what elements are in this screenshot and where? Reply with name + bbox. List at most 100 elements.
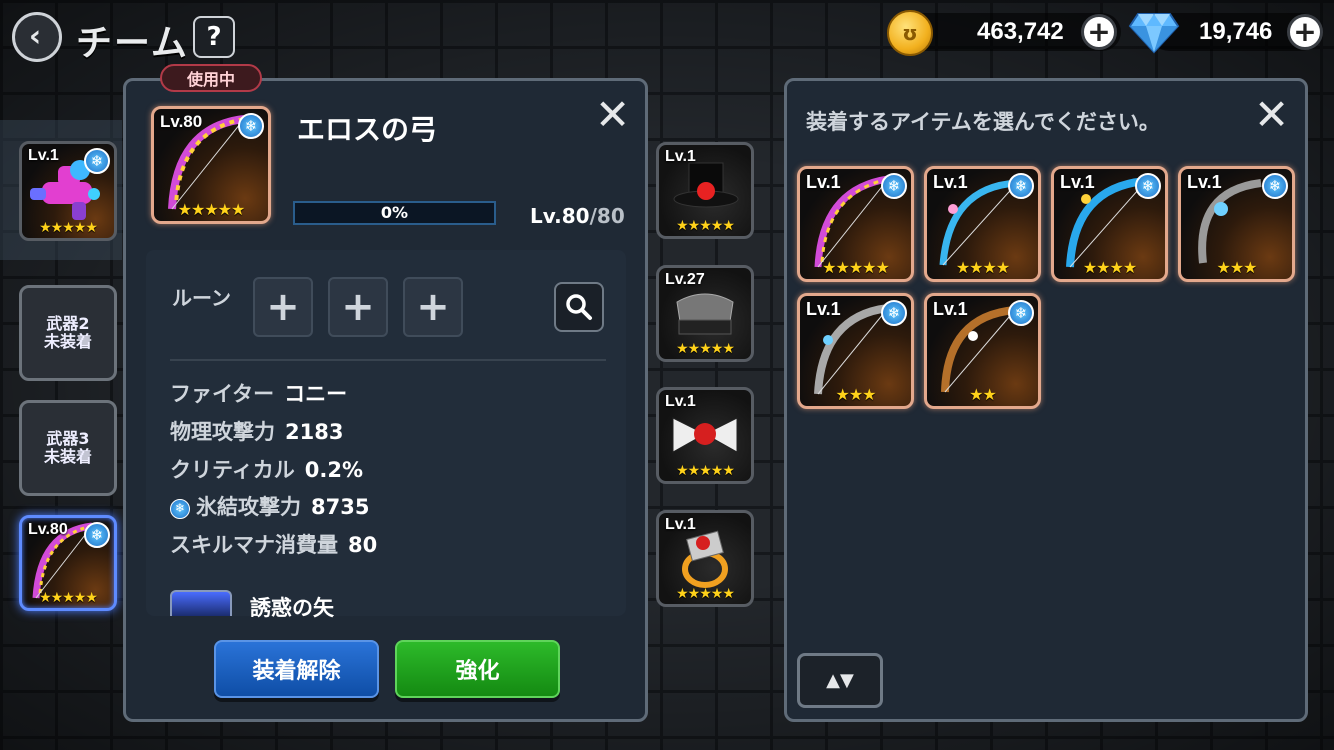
level-max: /80 bbox=[589, 204, 625, 228]
sort-button[interactable]: ▲▼ bbox=[797, 653, 883, 708]
frost-icon: ❄ bbox=[1262, 173, 1288, 199]
accessory-stars: ★★★★★ bbox=[676, 586, 735, 602]
frost-icon: ❄ bbox=[84, 522, 110, 548]
diamond-icon bbox=[1128, 13, 1180, 54]
stat-critical: クリティカル 0.2% bbox=[170, 454, 363, 484]
stat-skill-mana: スキルマナ消費量 80 bbox=[170, 529, 377, 559]
stat-value: 80 bbox=[348, 533, 378, 557]
frost-icon: ❄ bbox=[84, 148, 110, 174]
stat-value: 2183 bbox=[285, 420, 344, 444]
stat-physical-attack: 物理攻撃力 2183 bbox=[170, 416, 343, 446]
stat-label: スキルマナ消費量 bbox=[170, 533, 338, 557]
picker-item-level: Lv.1 bbox=[1187, 172, 1222, 192]
close-detail-button[interactable]: ✕ bbox=[595, 94, 630, 136]
slot-level: Lv.1 bbox=[28, 147, 59, 164]
add-coins-button[interactable]: + bbox=[1081, 14, 1117, 50]
picker-item-level: Lv.1 bbox=[1060, 172, 1095, 192]
picker-item-2[interactable]: Lv.1 ❄ ★★★★ bbox=[924, 166, 1041, 282]
search-icon bbox=[566, 294, 592, 320]
picker-item-stars: ★★★★ bbox=[955, 258, 1010, 277]
stat-value: コニー bbox=[284, 382, 348, 406]
help-button[interactable]: ? bbox=[193, 16, 235, 58]
weapon-slot-2[interactable]: 武器2 未装着 bbox=[19, 285, 117, 381]
accessory-stars: ★★★★★ bbox=[676, 218, 735, 234]
stats-divider bbox=[170, 359, 606, 361]
stat-label: 物理攻撃力 bbox=[170, 420, 275, 444]
picker-item-level: Lv.1 bbox=[806, 172, 841, 192]
picker-item-3[interactable]: Lv.1 ❄ ★★★★ bbox=[1051, 166, 1168, 282]
coin-icon: ʊ bbox=[887, 10, 933, 56]
unequip-button[interactable]: 装着解除 bbox=[214, 640, 379, 698]
picker-item-6[interactable]: Lv.1 ❄ ★★ bbox=[924, 293, 1041, 409]
stat-label: ファイター bbox=[170, 382, 275, 406]
weapon-slot-3[interactable]: 武器3 未装着 bbox=[19, 400, 117, 496]
weapon-slot-3-status: 未装着 bbox=[43, 447, 92, 466]
picker-item-level: Lv.1 bbox=[806, 299, 841, 319]
rune-slot-1[interactable]: + bbox=[253, 277, 313, 337]
rune-label: ルーン bbox=[172, 286, 231, 310]
stat-label: クリティカル bbox=[170, 458, 295, 482]
accessory-stars: ★★★★★ bbox=[676, 341, 735, 357]
accessory-slot-bowtie[interactable]: Lv.1 ★★★★★ bbox=[656, 387, 754, 484]
chevron-left-icon: ‹ bbox=[28, 19, 42, 54]
rune-search-button[interactable] bbox=[554, 282, 604, 332]
skill-name: 誘惑の矢 bbox=[250, 596, 334, 620]
stat-fighter: ファイター コニー bbox=[170, 378, 347, 408]
frost-icon: ❄ bbox=[1008, 173, 1034, 199]
exp-progress-bar: 0% bbox=[293, 201, 496, 225]
screen-title: チーム bbox=[76, 23, 189, 64]
frost-icon: ❄ bbox=[1008, 300, 1034, 326]
level-current: Lv.80 bbox=[530, 204, 590, 228]
picker-item-stars: ★★★ bbox=[835, 385, 876, 404]
detail-item-level: Lv.80 bbox=[160, 112, 203, 131]
picker-item-1[interactable]: Lv.1 ❄ ★★★★★ bbox=[797, 166, 914, 282]
picker-item-5[interactable]: Lv.1 ❄ ★★★ bbox=[797, 293, 914, 409]
frost-icon: ❄ bbox=[170, 499, 190, 519]
frost-icon: ❄ bbox=[881, 300, 907, 326]
picker-item-stars: ★★★ bbox=[1216, 258, 1257, 277]
back-button[interactable]: ‹ bbox=[12, 12, 62, 62]
add-gems-button[interactable]: + bbox=[1287, 14, 1323, 50]
picker-item-level: Lv.1 bbox=[933, 172, 968, 192]
frost-icon: ❄ bbox=[881, 173, 907, 199]
slot-level: Lv.80 bbox=[28, 521, 68, 538]
exp-progress-label: 0% bbox=[380, 203, 409, 222]
accessory-slot-mask[interactable]: Lv.27 ★★★★★ bbox=[656, 265, 754, 362]
picker-item-stars: ★★★★ bbox=[1082, 258, 1137, 277]
slot-stars: ★★★★★ bbox=[39, 220, 98, 236]
frost-icon: ❄ bbox=[1135, 173, 1161, 199]
accessory-stars: ★★★★★ bbox=[676, 463, 735, 479]
rune-slot-2[interactable]: + bbox=[328, 277, 388, 337]
weapon-slot-2-status: 未装着 bbox=[43, 332, 92, 351]
stat-value: 0.2% bbox=[304, 458, 363, 482]
gem-count: 19,746 bbox=[1199, 18, 1273, 45]
detail-item-stars: ★★★★★ bbox=[177, 200, 246, 219]
detail-item-icon: Lv.80 ❄ ★★★★★ bbox=[151, 106, 271, 224]
item-level-text: Lv.80/80 bbox=[530, 204, 625, 228]
picker-item-stars: ★★ bbox=[969, 385, 997, 404]
weapon-slot-3-name: 武器3 bbox=[46, 428, 90, 448]
picker-item-4[interactable]: Lv.1 ❄ ★★★ bbox=[1178, 166, 1295, 282]
stat-label: 氷結攻撃力 bbox=[196, 495, 301, 519]
stat-value: 8735 bbox=[311, 495, 370, 519]
skill-icon bbox=[170, 590, 232, 616]
accessory-level: Lv.1 bbox=[665, 516, 696, 533]
in-use-badge: 使用中 bbox=[160, 64, 262, 92]
accessory-level: Lv.27 bbox=[665, 271, 705, 288]
accessory-slot-ring[interactable]: Lv.1 ★★★★★ bbox=[656, 510, 754, 607]
close-picker-button[interactable]: ✕ bbox=[1254, 94, 1289, 136]
weapon-slot-1[interactable]: Lv.1 ❄ ★★★★★ bbox=[19, 141, 117, 241]
picker-item-stars: ★★★★★ bbox=[822, 258, 890, 277]
frost-icon: ❄ bbox=[238, 113, 264, 139]
accessory-level: Lv.1 bbox=[665, 393, 696, 410]
weapon-slot-2-name: 武器2 bbox=[46, 313, 90, 333]
item-name: エロスの弓 bbox=[297, 113, 438, 146]
upgrade-button[interactable]: 強化 bbox=[395, 640, 560, 698]
picker-title: 装着するアイテムを選んでください。 bbox=[806, 110, 1160, 134]
rune-slot-3[interactable]: + bbox=[403, 277, 463, 337]
slot-stars: ★★★★★ bbox=[39, 590, 98, 606]
weapon-slot-selected[interactable]: Lv.80 ❄ ★★★★★ bbox=[19, 515, 117, 611]
accessory-slot-hat[interactable]: Lv.1 ★★★★★ bbox=[656, 142, 754, 239]
stat-frost-attack: ❄ 氷結攻撃力 8735 bbox=[170, 491, 369, 521]
picker-item-level: Lv.1 bbox=[933, 299, 968, 319]
